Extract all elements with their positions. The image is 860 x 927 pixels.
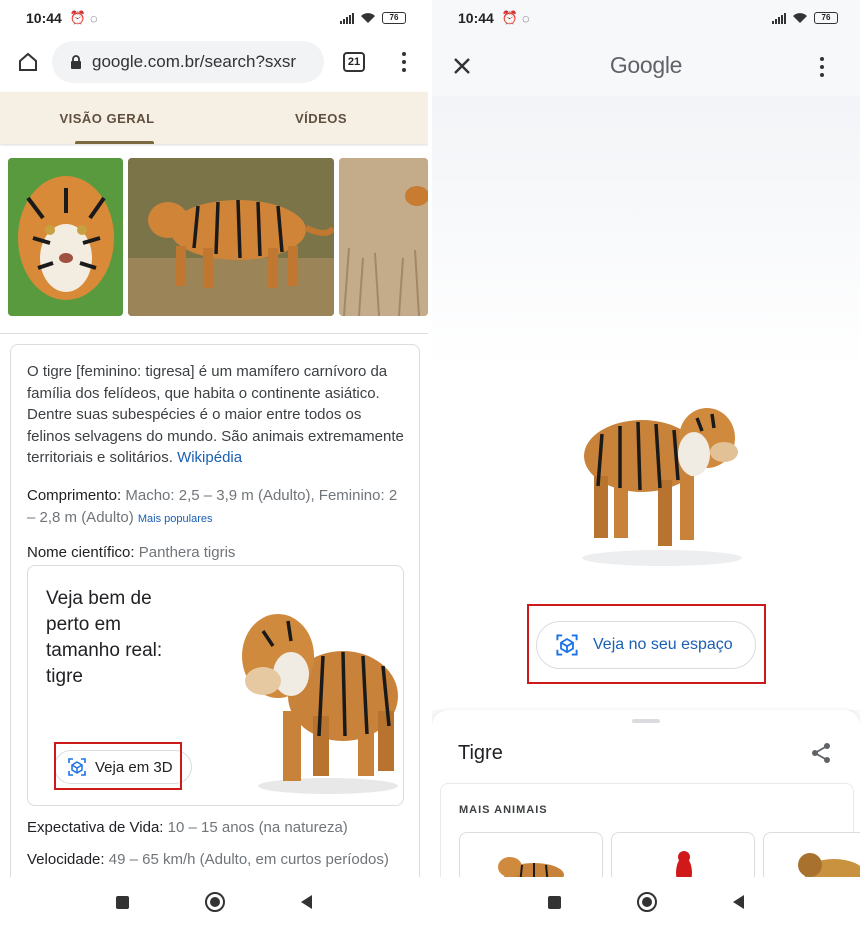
signal-icon xyxy=(772,12,786,24)
status-bar: 10:44 ⏰ ◌ 76 xyxy=(432,0,860,36)
description-text: O tigre [feminino: tigresa] é um mamífer… xyxy=(27,363,404,466)
tiger-walking-image[interactable] xyxy=(128,158,335,316)
whatsapp-icon: ◌ xyxy=(90,10,98,26)
fact-length: Comprimento: Macho: 2,5 – 3,9 m (Adulto)… xyxy=(27,487,398,526)
divider xyxy=(0,333,428,334)
home-button[interactable] xyxy=(4,38,52,86)
status-time: 10:44 xyxy=(26,10,62,26)
tiger-grass-image[interactable] xyxy=(339,158,428,316)
google-logo-title: Google xyxy=(609,52,683,78)
wifi-icon xyxy=(793,13,807,23)
lock-icon xyxy=(71,54,81,69)
highlight-box xyxy=(54,742,182,790)
recents-button[interactable] xyxy=(548,895,561,909)
url-text: google.com.br/search?sxsr xyxy=(92,52,297,71)
signal-icon xyxy=(340,12,354,24)
system-nav-bar xyxy=(432,877,860,927)
image-carousel[interactable] xyxy=(8,158,428,316)
tiger-3d-preview xyxy=(242,614,398,794)
alarm-off-icon: ⏰ xyxy=(501,10,518,25)
browser-toolbar: google.com.br/search?sxsr 21 xyxy=(0,36,428,88)
home-icon xyxy=(19,52,37,71)
wikipedia-link[interactable]: Wikipédia xyxy=(177,449,242,466)
address-bar[interactable]: google.com.br/search?sxsr xyxy=(52,41,324,83)
fact-speed: Velocidade: 49 – 65 km/h (Adulto, em cur… xyxy=(27,851,389,868)
ar-promo-title: Veja bem de perto em tamanho real: tigre xyxy=(46,588,163,687)
back-button[interactable] xyxy=(301,895,312,909)
sheet-drag-handle[interactable] xyxy=(632,719,660,723)
more-animals-label: MAIS ANIMAIS xyxy=(459,804,548,816)
share-icon[interactable] xyxy=(810,742,832,764)
viewer-header: Google xyxy=(432,36,860,96)
battery-icon: 76 xyxy=(382,12,406,24)
viewer-menu-button[interactable] xyxy=(810,52,834,82)
tiger-3d-model[interactable] xyxy=(572,376,752,566)
knowledge-panel: O tigre [feminino: tigresa] é um mamífer… xyxy=(10,344,420,904)
search-tabs: VISÃO GERAL VÍDEOS xyxy=(0,92,428,144)
wifi-icon xyxy=(361,13,375,23)
fact-scientific-name: Nome científico: Panthera tigris xyxy=(27,544,236,561)
more-popular-link[interactable]: Mais populares xyxy=(138,513,213,525)
battery-icon: 76 xyxy=(814,12,838,24)
recents-button[interactable] xyxy=(116,895,129,909)
right-phone-screen: 10:44 ⏰ ◌ 76 Google Veja no seu espaço T… xyxy=(432,0,860,927)
browser-menu-button[interactable] xyxy=(392,47,416,77)
tab-visao-geral[interactable]: VISÃO GERAL xyxy=(0,92,214,144)
whatsapp-icon: ◌ xyxy=(522,10,530,26)
home-nav-button[interactable] xyxy=(637,892,657,912)
tab-switcher-button[interactable]: 21 xyxy=(343,52,365,72)
status-time: 10:44 xyxy=(458,10,494,26)
fact-life-expectancy: Expectativa de Vida: 10 – 15 anos (na na… xyxy=(27,819,348,836)
back-button[interactable] xyxy=(733,895,744,909)
ar-promo-card: Veja bem de perto em tamanho real: tigre xyxy=(27,565,404,806)
left-phone-screen: 10:44 ⏰ ◌ 76 google.com.br/search?sxsr 2… xyxy=(0,0,428,927)
tiger-face-image[interactable] xyxy=(8,158,124,316)
tab-videos[interactable]: VÍDEOS xyxy=(214,92,428,144)
system-nav-bar xyxy=(0,877,428,927)
alarm-off-icon: ⏰ xyxy=(69,10,86,25)
highlight-box xyxy=(527,604,766,684)
sheet-title: Tigre xyxy=(458,742,503,764)
status-bar: 10:44 ⏰ ◌ 76 xyxy=(0,0,428,36)
home-nav-button[interactable] xyxy=(205,892,225,912)
